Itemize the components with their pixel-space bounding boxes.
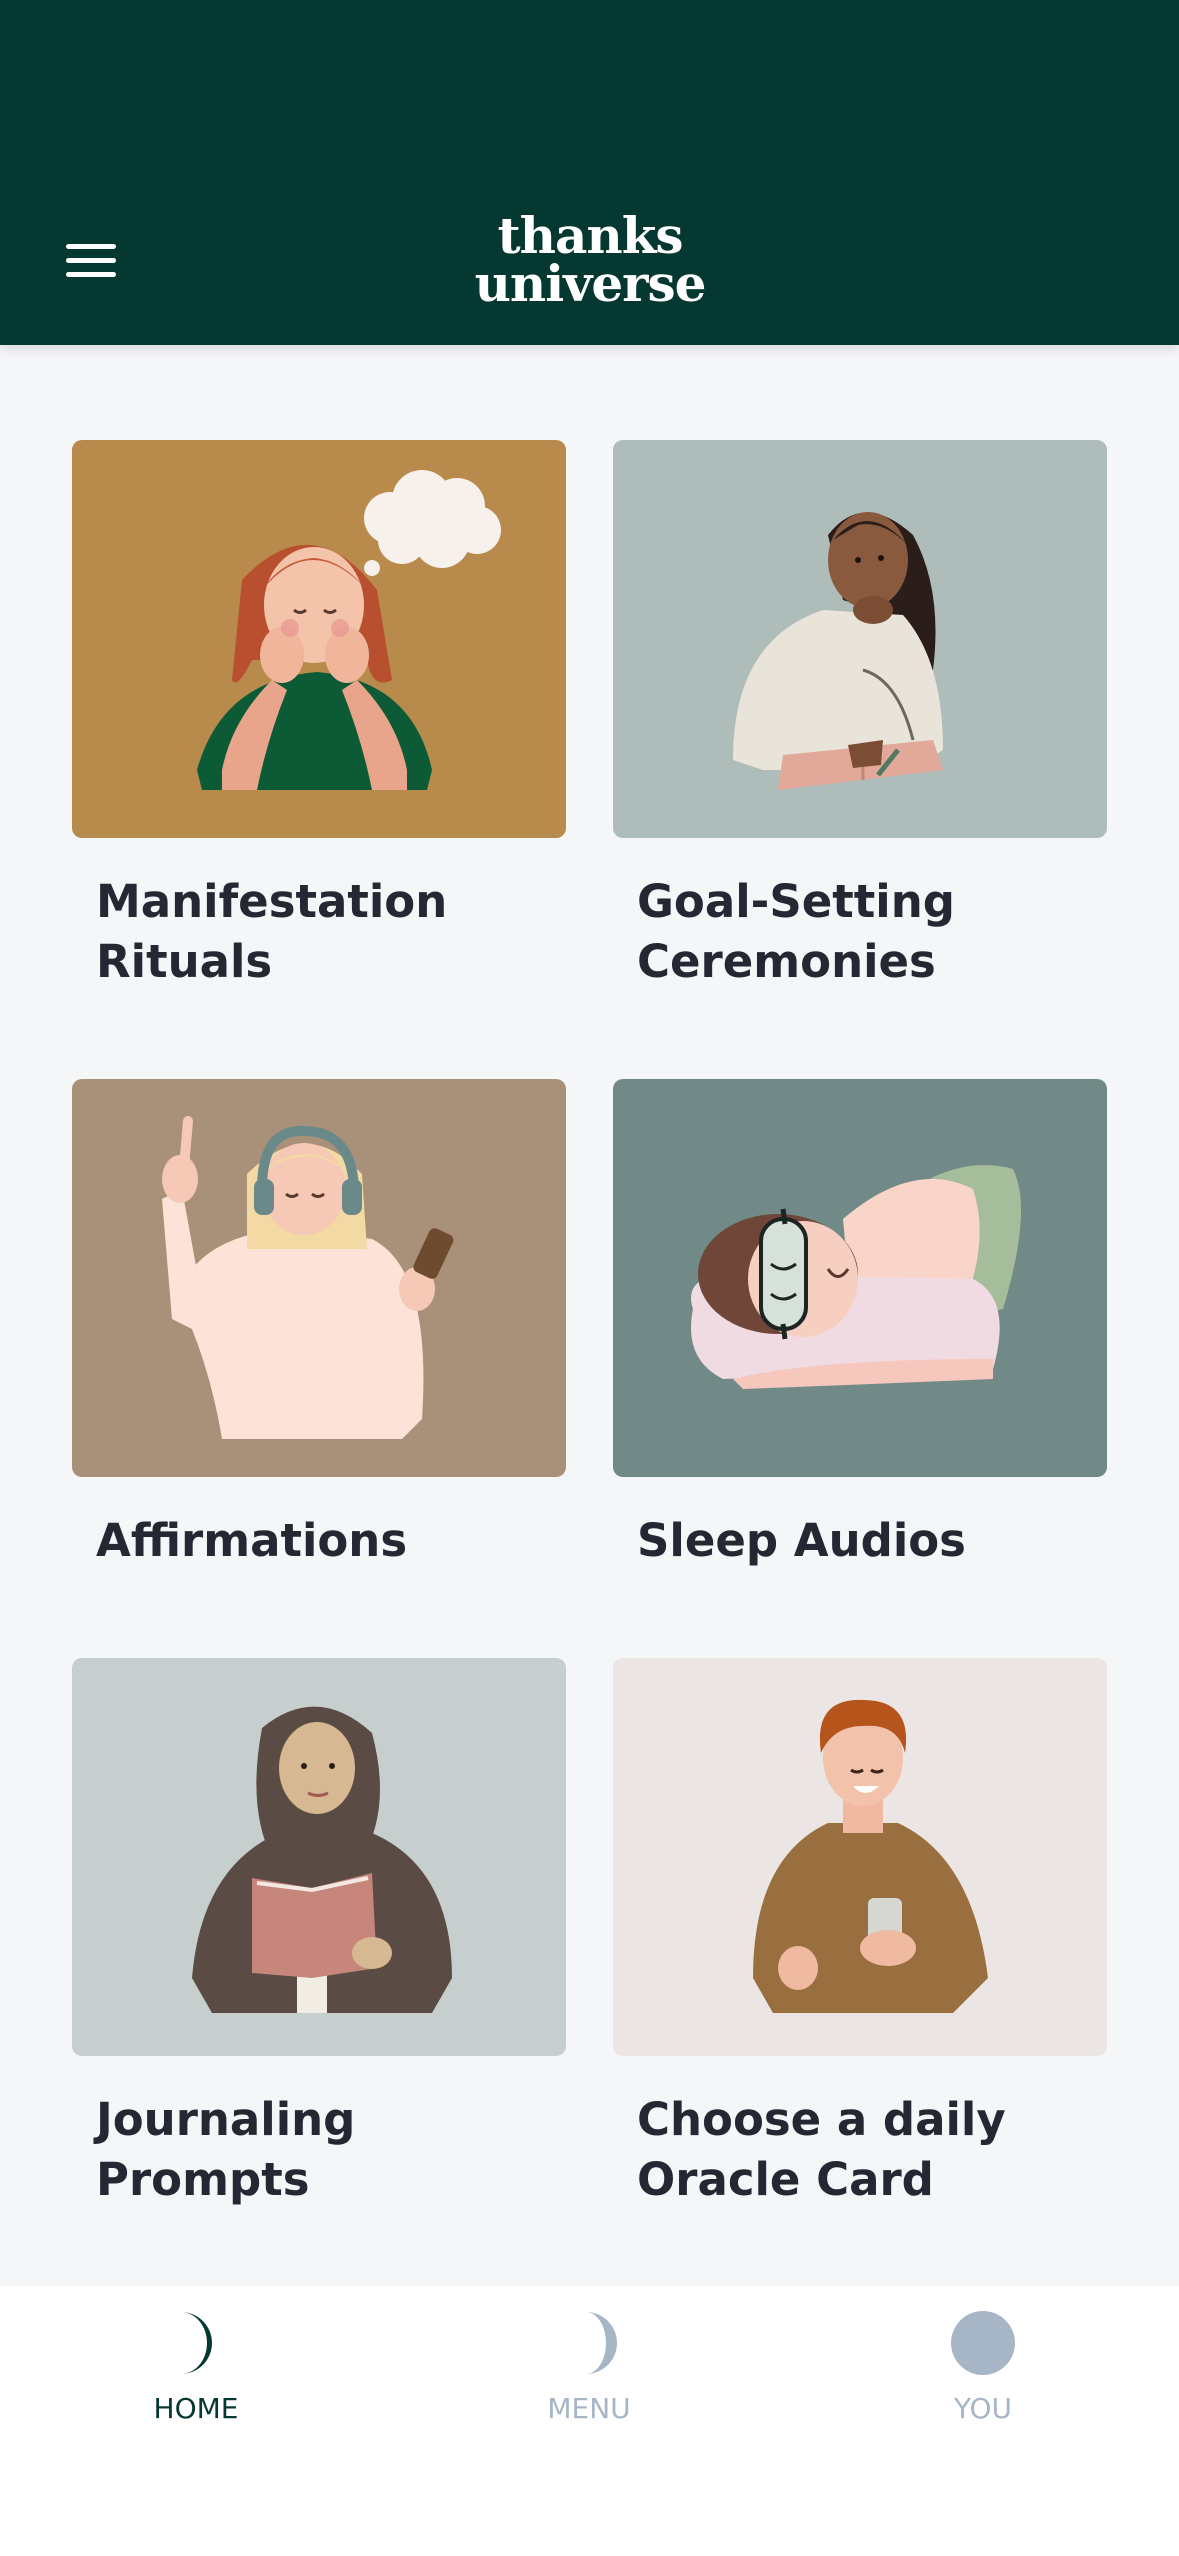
card-title: Goal-Setting Ceremonies	[637, 875, 955, 988]
man-with-phone-illustration	[613, 1658, 1107, 2056]
card-title: Sleep Audios	[637, 1514, 966, 1567]
app-header: thanks universe	[0, 0, 1179, 345]
logo-line-2: universe	[474, 254, 707, 313]
crescent-moon-icon	[181, 2312, 212, 2374]
woman-sleeping-illustration	[613, 1079, 1107, 1477]
logo-line-1: thanks	[497, 206, 684, 265]
tab-label-you: YOU	[953, 2392, 1013, 2425]
bottom-tab-bar: HOME MENU YOU	[0, 2286, 1179, 2556]
tab-label-home: HOME	[153, 2392, 239, 2425]
app-logo[interactable]: thanks universe	[470, 206, 710, 313]
hamburger-menu-icon[interactable]	[66, 244, 116, 278]
tab-label-menu: MENU	[547, 2392, 631, 2425]
card-title: Affirmations	[96, 1514, 408, 1567]
woman-with-headphones-illustration	[72, 1079, 566, 1477]
tab-menu[interactable]: MENU	[489, 2286, 689, 2486]
woman-daydreaming-illustration	[72, 440, 566, 838]
card-title: Journaling Prompts	[96, 2093, 356, 2206]
half-moon-icon	[586, 2312, 617, 2374]
tab-home[interactable]: HOME	[96, 2286, 296, 2486]
full-moon-icon	[951, 2311, 1015, 2375]
woman-journaling-illustration	[613, 440, 1107, 838]
woman-reading-illustration	[72, 1658, 566, 2056]
card-title: Choose a daily Oracle Card	[637, 2093, 1006, 2206]
card-title: Manifestation Rituals	[96, 875, 448, 988]
tab-you[interactable]: YOU	[883, 2286, 1083, 2486]
